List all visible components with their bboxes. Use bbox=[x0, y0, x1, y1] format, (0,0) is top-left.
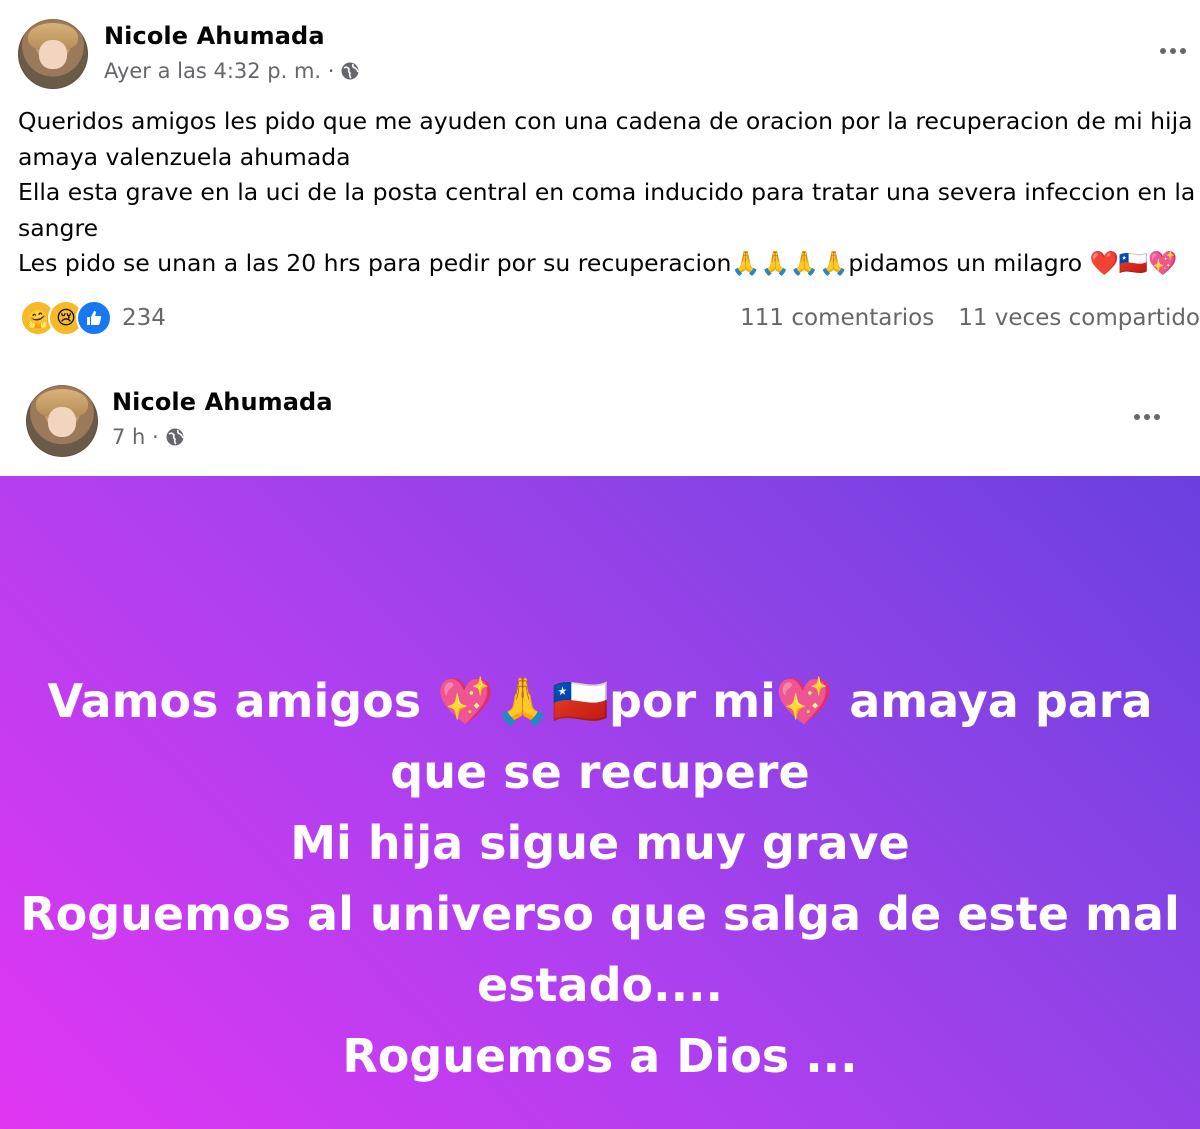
post-line: amaya valenzuela ahumada bbox=[18, 142, 351, 171]
comments-count[interactable]: 111 comentarios bbox=[740, 305, 934, 331]
author-name[interactable]: Nicole Ahumada bbox=[104, 22, 325, 50]
timestamp[interactable]: 7 h · bbox=[112, 425, 159, 449]
reactions-summary[interactable]: 🤗 😢 234 bbox=[20, 300, 166, 336]
globe-icon bbox=[341, 62, 360, 80]
like-icon bbox=[76, 300, 112, 336]
banner-line: Vamos amigos 💖🙏🇨🇱por mi💖 amaya para bbox=[47, 673, 1153, 728]
avatar[interactable] bbox=[26, 385, 98, 457]
engagement-stats: 111 comentarios 11 veces compartido bbox=[740, 305, 1200, 331]
banner-line: que se recupere bbox=[390, 744, 810, 799]
banner-line: Roguemos al universo que salga de este m… bbox=[20, 886, 1180, 941]
banner-text: Vamos amigos 💖🙏🇨🇱por mi💖 amaya para que … bbox=[10, 666, 1190, 1092]
banner-line: Mi hija sigue muy grave bbox=[290, 815, 910, 870]
post-line: Les pido se unan a las 20 hrs para pedir… bbox=[18, 249, 1178, 278]
banner-line: estado.... bbox=[476, 957, 724, 1012]
shares-count[interactable]: 11 veces compartido bbox=[958, 305, 1200, 331]
post-meta: 7 h · bbox=[112, 425, 185, 449]
post-line: Ella esta grave en la uci de la posta ce… bbox=[18, 178, 1196, 207]
more-options-button[interactable] bbox=[1160, 48, 1186, 54]
post-line: sangre bbox=[18, 213, 99, 242]
avatar[interactable] bbox=[18, 19, 88, 89]
reaction-count: 234 bbox=[122, 305, 166, 331]
timestamp[interactable]: Ayer a las 4:32 p. m. · bbox=[104, 59, 334, 83]
post-meta: Ayer a las 4:32 p. m. · bbox=[104, 59, 360, 83]
author-name[interactable]: Nicole Ahumada bbox=[112, 388, 333, 416]
banner-line: Roguemos a Dios ... bbox=[342, 1028, 858, 1083]
text-background-post: Vamos amigos 💖🙏🇨🇱por mi💖 amaya para que … bbox=[0, 476, 1200, 1129]
more-options-button[interactable] bbox=[1134, 414, 1160, 420]
post-body: Queridos amigos les pido que me ayuden c… bbox=[18, 104, 1200, 282]
post-line: Queridos amigos les pido que me ayuden c… bbox=[18, 107, 1193, 135]
globe-icon bbox=[166, 428, 184, 446]
